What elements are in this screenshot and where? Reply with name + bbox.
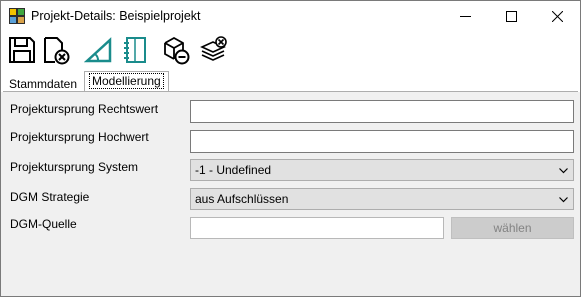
system-select[interactable]: -1 - Undefined <box>190 159 574 181</box>
strategie-select[interactable]: aus Aufschlüssen <box>190 188 574 210</box>
tab-modellierung[interactable]: Modellierung <box>84 71 169 92</box>
strategie-selected-value: aus Aufschlüssen <box>195 192 289 206</box>
chevron-down-icon <box>559 168 568 174</box>
remove-cube-button[interactable] <box>160 34 192 66</box>
close-button[interactable] <box>534 1 580 31</box>
clear-layers-button[interactable] <box>198 34 230 66</box>
quelle-input[interactable] <box>190 217 444 239</box>
close-document-button[interactable] <box>40 34 72 66</box>
choose-source-button[interactable]: wählen <box>451 217 574 239</box>
title-bar: Projekt-Details: Beispielprojekt <box>1 1 580 31</box>
close-icon <box>551 10 563 22</box>
modellierung-panel: Projektursprung Rechtswert Projekturspru… <box>3 91 578 295</box>
tab-stammdaten-label: Stammdaten <box>9 77 78 91</box>
rechtswert-label: Projektursprung Rechtswert <box>10 102 159 116</box>
tab-strip: Stammdaten Modellierung <box>1 69 580 92</box>
quelle-label: DGM-Quelle <box>10 217 77 231</box>
tab-modellierung-label: Modellierung <box>89 73 164 89</box>
minimize-icon <box>459 15 471 17</box>
slope-icon <box>84 37 112 63</box>
strategie-label: DGM Strategie <box>10 190 90 204</box>
slope-button[interactable] <box>83 34 115 66</box>
app-icon <box>9 8 25 24</box>
save-button[interactable] <box>6 34 38 66</box>
hochwert-input[interactable] <box>190 130 574 153</box>
maximize-button[interactable] <box>488 1 534 31</box>
rechtswert-input[interactable] <box>190 100 574 123</box>
close-document-icon <box>44 37 70 65</box>
remove-cube-icon <box>164 36 190 65</box>
chevron-down-icon <box>559 197 568 203</box>
system-label: Projektursprung System <box>10 160 139 174</box>
notebook-button[interactable] <box>119 34 151 66</box>
project-details-window: Projekt-Details: Beispielprojekt Stammda… <box>0 0 581 297</box>
system-selected-value: -1 - Undefined <box>195 163 272 177</box>
notebook-icon <box>124 37 146 63</box>
tab-stammdaten[interactable]: Stammdaten <box>5 75 81 92</box>
window-title: Projekt-Details: Beispielprojekt <box>31 9 201 23</box>
toolbar <box>1 31 580 69</box>
clear-layers-icon <box>200 36 227 61</box>
minimize-button[interactable] <box>442 1 488 31</box>
maximize-icon <box>505 10 517 22</box>
save-icon <box>9 37 35 63</box>
hochwert-label: Projektursprung Hochwert <box>10 130 149 144</box>
